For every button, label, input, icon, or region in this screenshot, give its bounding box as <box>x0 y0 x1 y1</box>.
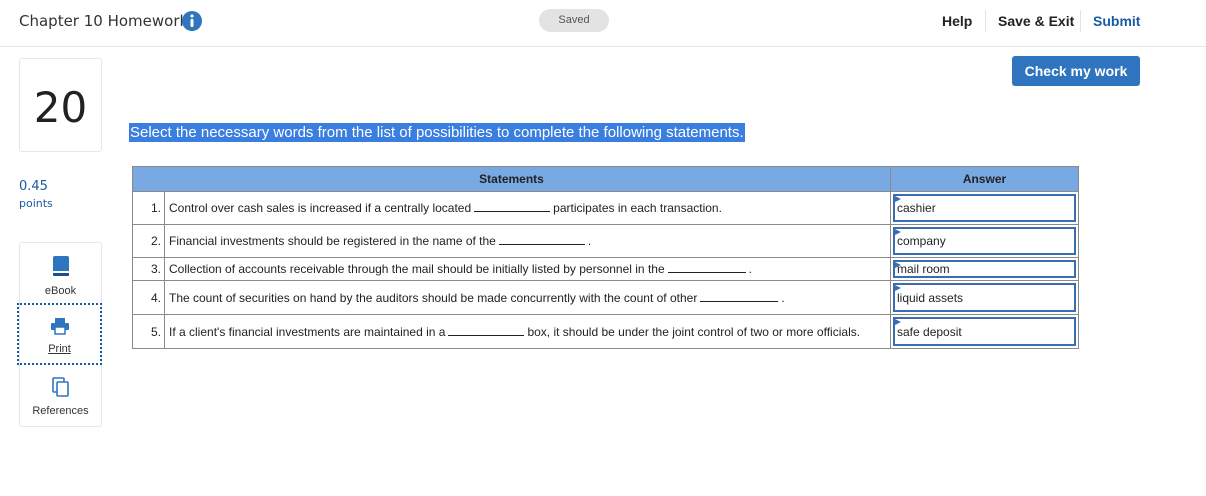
check-my-work-button[interactable]: Check my work <box>1012 56 1140 86</box>
blank-line <box>700 291 779 302</box>
copy-icon <box>51 377 69 397</box>
dropdown-marker-icon <box>895 229 901 235</box>
save-exit-button[interactable]: Save & Exit <box>998 13 1074 29</box>
help-button[interactable]: Help <box>942 13 972 29</box>
table-row: 3. Collection of accounts receivable thr… <box>132 257 1079 281</box>
statement-after: box, it should be under the joint contro… <box>527 324 861 339</box>
answer-cell: liquid assets <box>890 280 1079 315</box>
row-number: 4. <box>132 280 165 315</box>
statement-before: Control over cash sales is increased if … <box>169 201 472 215</box>
statement-after: participates in each transaction. <box>553 201 722 215</box>
print-label: Print <box>48 343 71 355</box>
row-number: 5. <box>132 314 165 349</box>
print-button[interactable]: Print <box>17 303 102 365</box>
answer-cell: safe deposit <box>890 314 1079 349</box>
row-number: 2. <box>132 224 165 258</box>
divider <box>985 10 986 32</box>
statement-text: Control over cash sales is increased if … <box>164 191 891 225</box>
answer-cell: cashier <box>890 191 1079 225</box>
dropdown-marker-icon <box>895 285 901 291</box>
statement-before: If a client's financial investments are … <box>169 324 446 339</box>
ebook-button[interactable]: eBook <box>20 255 101 297</box>
points-value: 0.45 <box>19 179 48 194</box>
statement-before: Collection of accounts receivable throug… <box>169 262 665 276</box>
answer-dropdown[interactable]: mail room <box>893 260 1076 278</box>
table-row: 5. If a client's financial investments a… <box>132 314 1079 349</box>
printer-icon <box>50 318 69 335</box>
statement-after: . <box>748 262 752 276</box>
row-number: 1. <box>132 191 165 225</box>
dropdown-marker-icon <box>895 319 901 325</box>
table-row: 1. Control over cash sales is increased … <box>132 191 1079 225</box>
saved-status-badge: Saved <box>539 9 609 32</box>
statement-after: . <box>587 234 592 248</box>
tools-panel: eBook Print References <box>17 242 102 427</box>
points-label: points <box>19 197 53 210</box>
answer-value: safe deposit <box>897 324 962 339</box>
answer-dropdown[interactable]: cashier <box>893 194 1076 222</box>
divider <box>1080 10 1081 32</box>
table-row: 4. The count of securities on hand by th… <box>132 280 1079 315</box>
statement-before: Financial investments should be register… <box>169 234 496 248</box>
dropdown-marker-icon <box>895 262 901 268</box>
info-icon[interactable] <box>181 10 203 32</box>
top-bar: Chapter 10 Homework Saved Help Save & Ex… <box>0 0 1206 47</box>
question-number: 20 <box>33 83 88 132</box>
table-row: 2. Financial investments should be regis… <box>132 224 1079 258</box>
answer-value: liquid assets <box>897 290 964 305</box>
answer-dropdown[interactable]: safe deposit <box>893 317 1076 346</box>
references-label: References <box>32 405 89 417</box>
answer-dropdown[interactable]: company <box>893 227 1076 255</box>
blank-line <box>474 201 551 212</box>
statement-text: Collection of accounts receivable throug… <box>164 257 891 281</box>
submit-button[interactable]: Submit <box>1093 13 1140 29</box>
blank-line <box>667 262 746 273</box>
statements-header: Statements <box>132 166 891 192</box>
statement-text: The count of securities on hand by the a… <box>164 280 891 315</box>
answer-dropdown[interactable]: liquid assets <box>893 283 1076 312</box>
question-number-card: 20 <box>19 58 102 152</box>
answer-header: Answer <box>890 166 1079 192</box>
assignment-title: Chapter 10 Homework <box>19 12 189 30</box>
answer-cell: company <box>890 224 1079 258</box>
book-icon <box>52 256 69 276</box>
table-header-row: Statements Answer <box>132 166 1079 192</box>
blank-line <box>448 325 525 336</box>
row-number: 3. <box>132 257 165 281</box>
answer-value: cashier <box>897 201 936 215</box>
answer-value: mail room <box>897 262 950 276</box>
ebook-label: eBook <box>44 285 77 297</box>
references-button[interactable]: References <box>20 377 101 417</box>
blank-line <box>498 234 585 245</box>
statement-after: . <box>781 290 785 305</box>
question-instruction: Select the necessary words from the list… <box>129 123 745 142</box>
statements-table: Statements Answer 1. Control over cash s… <box>132 166 1079 349</box>
answer-value: company <box>897 234 946 248</box>
statement-text: Financial investments should be register… <box>164 224 891 258</box>
statement-before: The count of securities on hand by the a… <box>169 290 698 305</box>
answer-cell: mail room <box>890 257 1079 281</box>
dropdown-marker-icon <box>895 196 901 202</box>
statement-text: If a client's financial investments are … <box>164 314 891 349</box>
